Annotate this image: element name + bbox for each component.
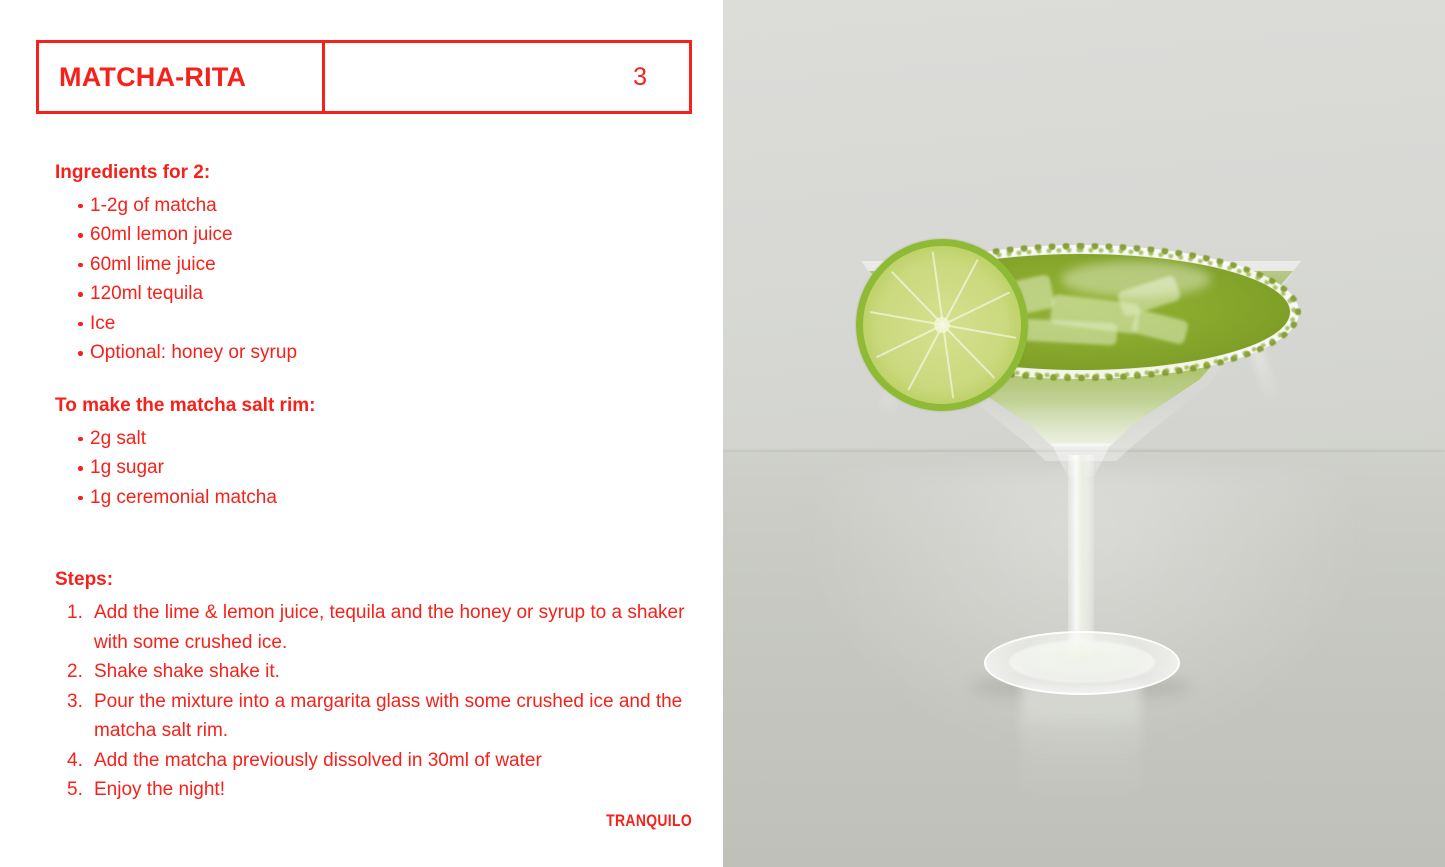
steps-list: Add the lime & lemon juice, tequila and … bbox=[55, 598, 695, 805]
recipe-number: 3 bbox=[633, 62, 647, 91]
ingredients-heading: Ingredients for 2: bbox=[55, 162, 211, 183]
list-item: 60ml lime juice bbox=[55, 250, 695, 280]
list-item: Enjoy the night! bbox=[67, 775, 225, 804]
list-item: 1-2g of matcha bbox=[55, 191, 695, 221]
page-title: MATCHA-RITA bbox=[59, 61, 247, 92]
list-item: Add the matcha previously dissolved in 3… bbox=[67, 746, 542, 775]
brand-logo: TRANQUILO bbox=[606, 811, 692, 830]
glass-reflection bbox=[1021, 683, 1141, 803]
list-item: Optional: honey or syrup bbox=[55, 338, 695, 368]
margarita-glass bbox=[844, 227, 1301, 803]
recipe-card-page: MATCHA-RITA 3 Ingredients for 2: 1-2g of… bbox=[0, 0, 1445, 867]
recipe-text-panel: MATCHA-RITA 3 Ingredients for 2: 1-2g of… bbox=[0, 0, 723, 867]
recipe-body: Ingredients for 2: 1-2g of matcha 60ml l… bbox=[55, 162, 695, 805]
list-item: Ice bbox=[55, 309, 695, 339]
list-item: 1g sugar bbox=[55, 453, 695, 483]
list-item: 120ml tequila bbox=[55, 279, 695, 309]
recipe-title-cell: MATCHA-RITA bbox=[39, 43, 325, 111]
list-item: Shake shake shake it. bbox=[67, 657, 280, 686]
recipe-number-cell: 3 bbox=[325, 43, 689, 111]
salt-rim-list: 2g salt 1g sugar 1g ceremonial matcha bbox=[55, 424, 695, 513]
glass-stem bbox=[1068, 455, 1094, 660]
glass-bowl bbox=[844, 227, 1301, 461]
ingredients-section: Ingredients for 2: 1-2g of matcha 60ml l… bbox=[55, 162, 695, 368]
list-item: 60ml lemon juice bbox=[55, 220, 695, 250]
glass-foot-inner bbox=[1009, 641, 1155, 683]
steps-heading: Steps: bbox=[55, 569, 114, 591]
salt-rim-section: To make the matcha salt rim: 2g salt 1g … bbox=[55, 394, 695, 513]
list-item: 1g ceremonial matcha bbox=[55, 483, 695, 513]
steps-section: Steps: Add the lime & lemon juice, tequi… bbox=[55, 569, 695, 805]
ingredients-list: 1-2g of matcha 60ml lemon juice 60ml lim… bbox=[55, 191, 695, 368]
list-item: Pour the mixture into a margarita glass … bbox=[67, 687, 683, 742]
list-item: Add the lime & lemon juice, tequila and … bbox=[67, 598, 685, 653]
list-item: 2g salt bbox=[55, 424, 695, 454]
cocktail-photo bbox=[723, 0, 1445, 867]
recipe-header-box: MATCHA-RITA 3 bbox=[36, 40, 692, 114]
salt-rim-heading: To make the matcha salt rim: bbox=[55, 394, 316, 416]
